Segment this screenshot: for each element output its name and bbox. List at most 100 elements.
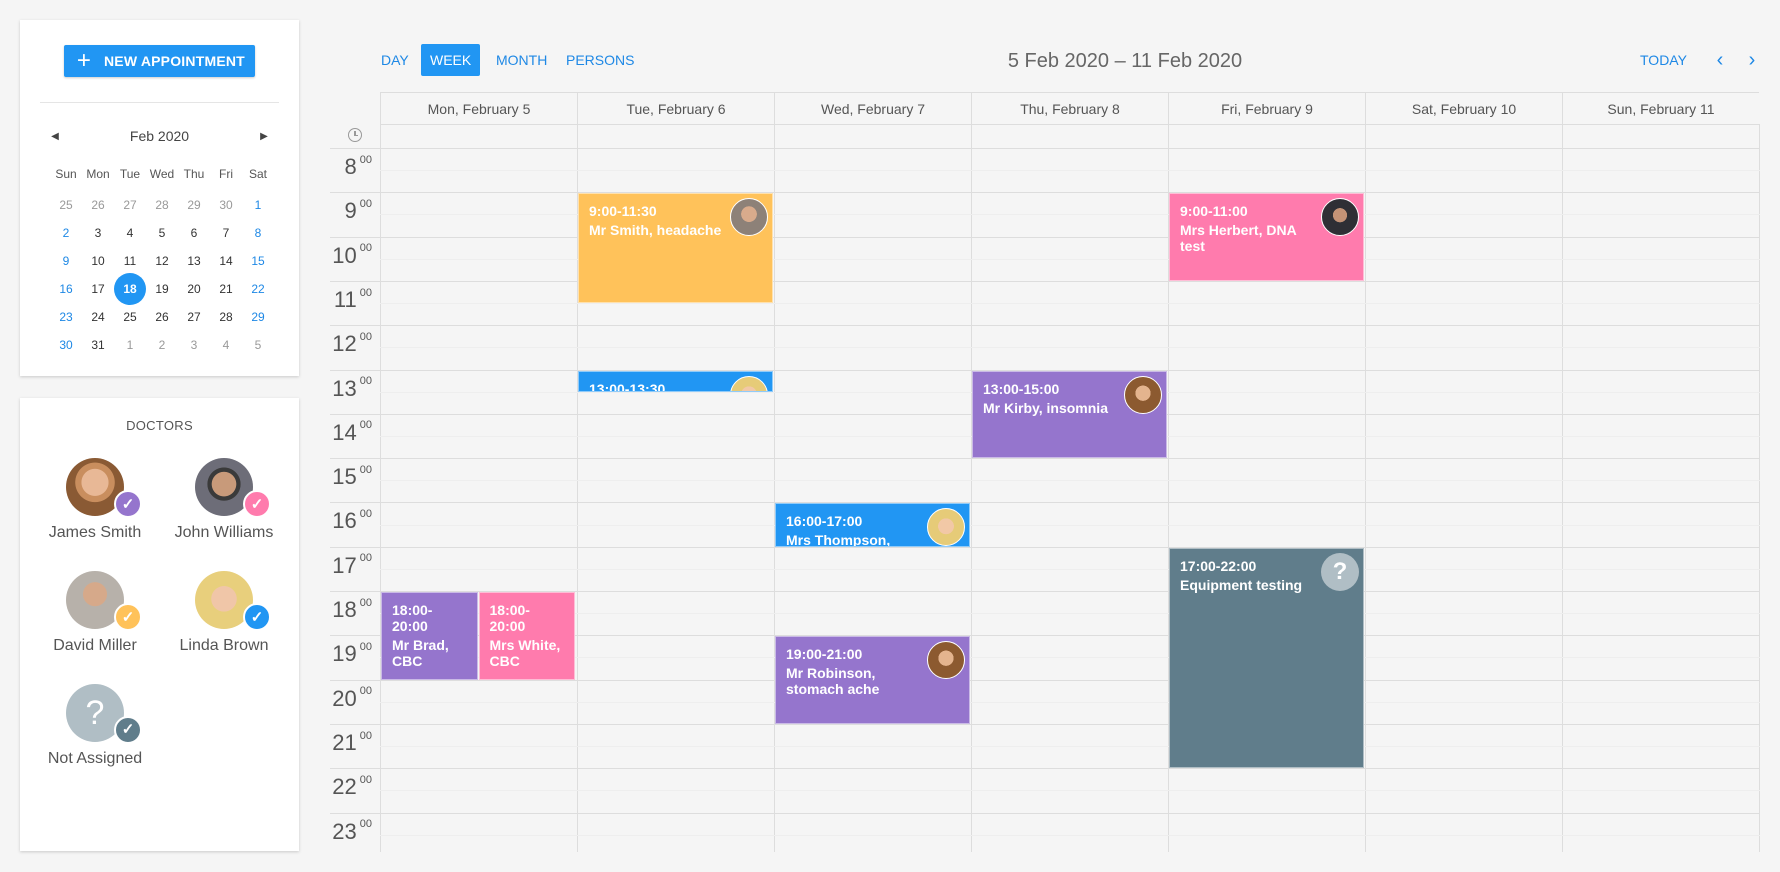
- mini-calendar-day[interactable]: 2: [146, 331, 178, 359]
- hour-line: [330, 768, 1760, 770]
- mini-calendar-day[interactable]: 22: [242, 275, 274, 303]
- avatar: [1321, 198, 1359, 237]
- view-week-button[interactable]: WEEK: [421, 44, 481, 76]
- doctor-james-smith[interactable]: ✓ James Smith: [35, 458, 155, 542]
- mini-calendar-day[interactable]: 13: [178, 247, 210, 275]
- chevron-left-icon[interactable]: ‹: [1708, 44, 1732, 76]
- hour-number: 17: [332, 552, 357, 578]
- mini-calendar-day[interactable]: 8: [242, 219, 274, 247]
- mini-calendar-day[interactable]: 26: [82, 191, 114, 219]
- day-column-header[interactable]: Sun, February 11: [1562, 92, 1759, 124]
- day-number: 29: [187, 198, 201, 212]
- day-column-header[interactable]: Thu, February 8: [971, 92, 1168, 124]
- mini-calendar-day[interactable]: 28: [210, 303, 242, 331]
- half-hour-line: [380, 657, 1760, 659]
- appointment[interactable]: 18:00-20:00 Mr Brad, CBC: [381, 592, 478, 680]
- mini-calendar-day[interactable]: 20: [178, 275, 210, 303]
- appointment[interactable]: 19:00-21:00 Mr Robinson, stomach ache: [775, 636, 970, 724]
- day-column-header[interactable]: Mon, February 5: [380, 92, 577, 124]
- day-column-header[interactable]: Sat, February 10: [1365, 92, 1562, 124]
- mini-calendar-day[interactable]: 30: [50, 331, 82, 359]
- mini-calendar-day[interactable]: 16: [50, 275, 82, 303]
- day-column-header[interactable]: Fri, February 9: [1168, 92, 1365, 124]
- all-day-cell[interactable]: [1365, 124, 1562, 146]
- appointment[interactable]: 17:00-22:00 Equipment testing?: [1169, 547, 1364, 769]
- mini-calendar-day[interactable]: 1: [242, 191, 274, 219]
- all-day-cell[interactable]: [380, 124, 577, 146]
- minutes-label: 00: [359, 773, 372, 786]
- half-hour-line: [380, 347, 1760, 349]
- mini-calendar-day[interactable]: 29: [178, 191, 210, 219]
- mini-calendar-day[interactable]: 7: [210, 219, 242, 247]
- appointment[interactable]: 9:00-11:30 Mr Smith, headache: [578, 193, 773, 304]
- mini-calendar-day[interactable]: 27: [114, 191, 146, 219]
- mini-calendar-day[interactable]: 3: [82, 219, 114, 247]
- hour-line: [330, 280, 1760, 282]
- day-number: 25: [59, 198, 73, 212]
- mini-calendar-day[interactable]: 6: [178, 219, 210, 247]
- mini-calendar-day[interactable]: 18: [114, 273, 146, 305]
- day-number: 30: [59, 338, 73, 352]
- column-divider: [380, 124, 381, 852]
- clock-icon: [348, 128, 362, 142]
- appointment[interactable]: 13:00-13:30Ms Kelly, sore throat: [578, 370, 773, 392]
- appointment[interactable]: 13:00-15:00 Mr Kirby, insomnia: [972, 370, 1167, 459]
- mini-calendar-day[interactable]: 24: [82, 303, 114, 331]
- mini-calendar-day[interactable]: 4: [114, 219, 146, 247]
- mini-calendar-day[interactable]: 5: [242, 331, 274, 359]
- mini-calendar-day[interactable]: 25: [50, 191, 82, 219]
- minutes-label: 00: [359, 197, 372, 210]
- column-divider: [1562, 124, 1563, 852]
- day-number: 27: [187, 310, 201, 324]
- all-day-cell[interactable]: [1562, 124, 1759, 146]
- mini-calendar-day[interactable]: 25: [114, 303, 146, 331]
- day-column-header[interactable]: Wed, February 7: [774, 92, 971, 124]
- mini-calendar-day[interactable]: 26: [146, 303, 178, 331]
- mini-calendar-day[interactable]: 23: [50, 303, 82, 331]
- mini-calendar-day[interactable]: 27: [178, 303, 210, 331]
- appointment[interactable]: 9:00-11:00 Mrs Herbert, DNA test: [1169, 193, 1364, 281]
- avatar: ✓: [66, 571, 142, 631]
- mini-calendar-next-icon[interactable]: ▶: [249, 131, 279, 142]
- doctor-not-assigned[interactable]: ? ✓ Not Assigned: [35, 684, 155, 768]
- half-hour-line: [380, 170, 1760, 172]
- view-persons-button[interactable]: PERSONS: [557, 44, 643, 76]
- mini-calendar-day[interactable]: 19: [146, 275, 178, 303]
- mini-calendar-day[interactable]: 31: [82, 331, 114, 359]
- mini-calendar-day[interactable]: 30: [210, 191, 242, 219]
- mini-calendar-day[interactable]: 2: [50, 219, 82, 247]
- mini-calendar-day[interactable]: 1: [114, 331, 146, 359]
- appointment[interactable]: 16:00-17:00Mrs Thompson, fever, runny no…: [775, 503, 970, 547]
- mini-calendar-day[interactable]: 5: [146, 219, 178, 247]
- chevron-right-icon[interactable]: ›: [1740, 44, 1764, 76]
- view-month-button[interactable]: MONTH: [487, 44, 556, 76]
- mini-calendar-day[interactable]: 4: [210, 331, 242, 359]
- hour-label: 22 00: [330, 774, 380, 800]
- mini-calendar-day[interactable]: 10: [82, 247, 114, 275]
- mini-calendar-day[interactable]: 28: [146, 191, 178, 219]
- mini-calendar-day[interactable]: 17: [82, 275, 114, 303]
- view-day-button[interactable]: DAY: [372, 44, 418, 76]
- mini-calendar-day[interactable]: 3: [178, 331, 210, 359]
- mini-calendar-day[interactable]: 15: [242, 247, 274, 275]
- mini-calendar-day[interactable]: 21: [210, 275, 242, 303]
- doctor-linda-brown[interactable]: ✓ Linda Brown: [164, 571, 284, 655]
- day-column-header[interactable]: Tue, February 6: [577, 92, 774, 124]
- mini-calendar-day[interactable]: 29: [242, 303, 274, 331]
- appointment[interactable]: 18:00-20:00 Mrs White, CBC: [478, 592, 575, 680]
- mini-calendar-day[interactable]: 9: [50, 247, 82, 275]
- mini-calendar-day[interactable]: 11: [114, 247, 146, 275]
- all-day-cell[interactable]: [971, 124, 1168, 146]
- today-button[interactable]: TODAY: [1640, 44, 1687, 76]
- all-day-cell[interactable]: [774, 124, 971, 146]
- mini-calendar-prev-icon[interactable]: ◀: [40, 131, 70, 142]
- all-day-cell[interactable]: [577, 124, 774, 146]
- day-number: 17: [91, 282, 105, 296]
- doctor-john-williams[interactable]: ✓ John Williams: [164, 458, 284, 542]
- all-day-cell[interactable]: [1168, 124, 1365, 146]
- mini-calendar-day[interactable]: 12: [146, 247, 178, 275]
- hour-label: 14 00: [330, 419, 380, 446]
- new-appointment-button[interactable]: + NEW APPOINTMENT: [64, 45, 255, 77]
- doctor-david-miller[interactable]: ✓ David Miller: [35, 571, 155, 655]
- mini-calendar-day[interactable]: 14: [210, 247, 242, 275]
